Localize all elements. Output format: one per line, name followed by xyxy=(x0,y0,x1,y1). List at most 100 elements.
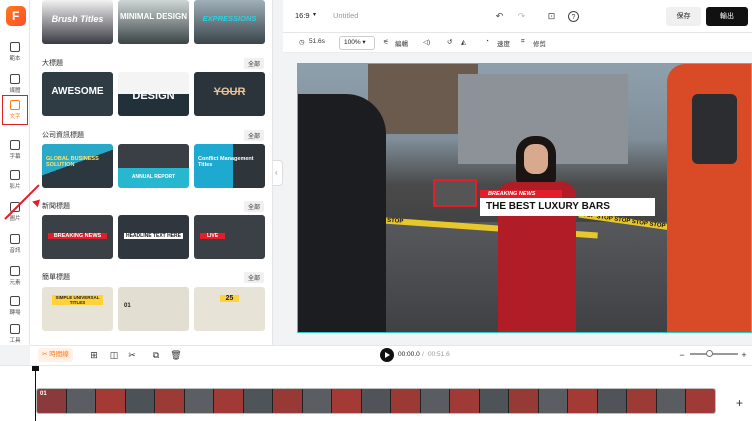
track-frame xyxy=(509,389,539,413)
lower-third-tag[interactable]: BREAKING NEWS xyxy=(480,190,562,198)
rail-item-text[interactable]: 文字 xyxy=(2,95,28,125)
video-track[interactable] xyxy=(36,388,716,414)
zoom-in-icon[interactable]: + xyxy=(738,349,750,361)
thumb-text: LIVE xyxy=(200,233,225,239)
split-icon[interactable]: ◫ xyxy=(108,349,120,361)
add-track-icon[interactable]: + xyxy=(736,396,743,410)
chevron-left-icon: ‹ xyxy=(275,168,278,177)
red-van xyxy=(667,64,751,332)
track-frame xyxy=(686,389,715,413)
title-thumb[interactable]: GLOBAL BUSINESS SOLUTION xyxy=(42,144,113,188)
scissors-icon[interactable]: ✂ xyxy=(126,349,138,361)
app-logo[interactable]: F xyxy=(6,6,26,26)
track-frame xyxy=(568,389,598,413)
track-frame xyxy=(273,389,303,413)
timeline-toggle-label: 時間線 xyxy=(49,351,69,358)
title-panel: Brush Titles MINIMAL DESIGN EXPRESSIONS … xyxy=(30,0,273,345)
rail-item-transition[interactable]: 轉場 xyxy=(2,292,28,322)
rail-label: 元素 xyxy=(9,280,21,286)
duration-value[interactable]: 51.6s xyxy=(309,38,325,45)
redo-icon[interactable]: ↷ xyxy=(516,11,527,22)
title-thumb[interactable]: Brush Titles xyxy=(42,0,113,44)
section-title: 大標題 xyxy=(42,60,63,67)
title-thumb[interactable]: 01 xyxy=(118,287,189,331)
cameraman xyxy=(298,94,386,332)
crop-button[interactable]: 修剪 xyxy=(533,38,546,48)
thumb-text: DESIGN xyxy=(132,90,175,102)
export-button[interactable]: 輸出 xyxy=(706,7,748,26)
project-name[interactable]: Untitled xyxy=(333,11,358,20)
text-icon xyxy=(10,100,20,110)
screenshot-icon[interactable]: ⊡ xyxy=(546,11,557,22)
see-all-button[interactable]: 全部 xyxy=(243,201,264,212)
play-button[interactable] xyxy=(380,348,394,362)
title-thumb[interactable]: Conflict Management Titles xyxy=(194,144,265,188)
track-frame xyxy=(155,389,185,413)
save-button[interactable]: 保存 xyxy=(666,7,701,26)
reporter xyxy=(498,134,576,332)
zoom-select[interactable]: 100% ▾ xyxy=(339,36,375,50)
timeline-zoom-knob[interactable] xyxy=(706,350,713,357)
thumb-text: EXPRESSIONS xyxy=(202,14,257,23)
title-thumb[interactable]: MINIMAL DESIGN xyxy=(118,0,189,44)
lower-third-title[interactable]: THE BEST LUXURY BARS xyxy=(480,198,655,216)
rail-item-video[interactable]: 影片 xyxy=(2,166,28,196)
crop-icon: ⌗ xyxy=(521,38,525,45)
reporter-face xyxy=(524,144,548,174)
title-thumb[interactable]: BREAKING NEWS xyxy=(42,215,113,259)
title-thumb[interactable]: HEADLINE TEXT HERE xyxy=(118,215,189,259)
rail-item-tools[interactable]: 工具 xyxy=(2,320,28,350)
rail-label: 範本 xyxy=(9,56,21,62)
title-thumb[interactable]: YOUR xyxy=(194,72,265,116)
video-preview[interactable]: STOP STOP STOP STOP STOP STOP STOP STOP … xyxy=(297,63,752,333)
canvas-stage: STOP STOP STOP STOP STOP STOP STOP STOP … xyxy=(283,53,752,345)
rail-label: 音訊 xyxy=(9,248,21,254)
track-frame xyxy=(450,389,480,413)
edit-button[interactable]: 編輯 xyxy=(395,38,408,48)
rail-item-image[interactable]: 圖片 xyxy=(2,198,28,228)
rail-item-music[interactable]: 音訊 xyxy=(2,230,28,260)
track-frame xyxy=(243,389,274,413)
undo-icon[interactable]: ↶ xyxy=(494,11,505,22)
track-frame xyxy=(214,389,244,413)
rail-item-subtitle[interactable]: 字幕 xyxy=(2,136,28,166)
see-all-button[interactable]: 全部 xyxy=(243,272,264,283)
track-frame xyxy=(302,389,333,413)
title-thumb[interactable]: ANNUAL REPORT xyxy=(118,144,189,188)
trash-icon[interactable]: 🗑 xyxy=(170,349,182,361)
see-all-button[interactable]: 全部 xyxy=(243,58,264,69)
help-icon[interactable]: ? xyxy=(568,11,579,22)
title-thumb[interactable]: LIVE xyxy=(194,215,265,259)
title-thumb[interactable]: EXPRESSIONS xyxy=(194,0,265,44)
thumb-text: Brush Titles xyxy=(51,14,104,24)
duplicate-icon[interactable]: ⧉ xyxy=(150,349,162,361)
panel-collapse-handle[interactable]: ‹ xyxy=(273,160,283,186)
track-frame xyxy=(597,389,628,413)
flip-icon[interactable]: ◭ xyxy=(461,38,466,46)
section-title: 公司資訊標題 xyxy=(42,132,84,139)
volume-icon[interactable]: ◁) xyxy=(423,38,430,46)
adjust-icon: ⚟ xyxy=(383,39,389,46)
zoom-out-icon[interactable]: − xyxy=(676,349,688,361)
add-icon[interactable]: ⊞ xyxy=(88,349,100,361)
track-frame xyxy=(361,389,392,413)
see-all-button[interactable]: 全部 xyxy=(243,130,264,141)
title-thumb[interactable]: SIMPLE UNIVERSAL TITLES xyxy=(42,287,113,331)
rotate-icon[interactable]: ↺ xyxy=(447,38,452,46)
rail-item-template[interactable]: 範本 xyxy=(2,38,28,68)
timeline-toggle-button[interactable]: ✂ 時間線 xyxy=(38,348,73,362)
template-icon xyxy=(10,42,20,52)
title-thumb[interactable]: 25 xyxy=(194,287,265,331)
canvas-toolbar: ◷ 51.6s 100% ▾ ⚟ 編輯 ◁) ↺ ◭ ◔ 速度 ⌗ 修剪 xyxy=(283,33,752,53)
title-thumb[interactable]: AWESOME xyxy=(42,72,113,116)
aspect-ratio-select[interactable]: 16:9 xyxy=(295,11,310,20)
thumb-text: HEADLINE TEXT HERE xyxy=(124,233,183,239)
lower-third-image-frame[interactable] xyxy=(433,179,477,207)
rail-item-elements[interactable]: 元素 xyxy=(2,262,28,292)
track-frame xyxy=(96,389,126,413)
timeline-zoom-slider[interactable] xyxy=(690,353,738,355)
timer-icon: ◷ xyxy=(299,39,305,46)
title-thumb[interactable]: DESIGN xyxy=(118,72,189,116)
track-frame xyxy=(125,389,156,413)
speed-button[interactable]: 速度 xyxy=(497,38,510,48)
